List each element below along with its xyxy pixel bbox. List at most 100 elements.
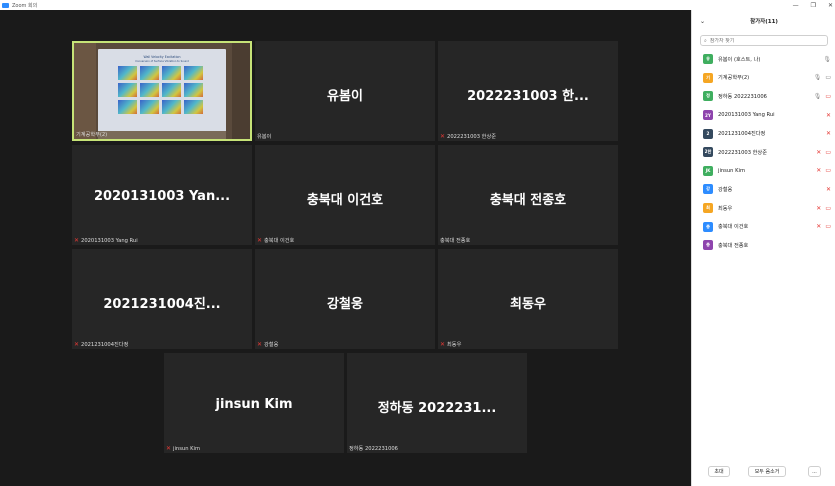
microphone-icon[interactable]: 🎙︎: [814, 93, 822, 100]
video-tile[interactable]: 2022231003 한... ✕ 2022231003 한상준: [438, 41, 618, 141]
participant-name: 정하동 2022231006: [718, 93, 767, 100]
tile-name-label: ✕ jinsun Kim: [166, 445, 201, 452]
participant-row[interactable]: 강 강철웅 ✕: [692, 180, 835, 199]
video-feed: Wall Velocity Excitation Conversion of S…: [74, 43, 250, 139]
video-tile[interactable]: 2021231004진... ✕ 2021231004진다정: [72, 249, 252, 349]
maximize-icon[interactable]: ❐: [811, 2, 816, 9]
chevron-down-icon[interactable]: ⌄: [700, 18, 705, 25]
participants-title: 참가자(11): [750, 19, 778, 25]
invite-button[interactable]: 초대: [708, 466, 730, 477]
camera-off-icon[interactable]: ▭: [825, 149, 831, 156]
participant-row[interactable]: 충 충북대 전종호: [692, 236, 835, 255]
participant-row[interactable]: 2한 2022231003 한상준 ✕ ▭: [692, 143, 835, 162]
participant-row[interactable]: JK jinsun Kim ✕ ▭: [692, 162, 835, 181]
participant-row[interactable]: 최 최동우 ✕ ▭: [692, 199, 835, 218]
camera-off-icon[interactable]: ▭: [825, 93, 831, 100]
tile-name-label: 유봄이: [257, 134, 272, 140]
tile-display-name: 2022231003 한...: [467, 89, 589, 104]
camera-off-icon[interactable]: ▭: [825, 205, 831, 212]
tile-name-label: ✕ 충북대 이건호: [257, 237, 295, 244]
microphone-muted-icon[interactable]: ✕: [816, 223, 821, 230]
microphone-icon[interactable]: 🎙︎: [823, 56, 831, 63]
tile-name-label: 기계공학부(2): [76, 132, 108, 138]
tile-display-name: 2021231004진...: [103, 297, 221, 312]
tile-display-name: 정하동 2022231...: [377, 401, 497, 416]
microphone-muted-icon[interactable]: ✕: [826, 112, 831, 119]
participant-name: 기계공학부(2): [718, 75, 750, 82]
tile-name-label: 정하동 2022231006: [349, 446, 398, 452]
tile-display-name: 유봄이: [327, 89, 363, 104]
close-icon[interactable]: ✕: [828, 2, 833, 9]
video-tile[interactable]: 최동우 ✕ 최동우: [438, 249, 618, 349]
zoom-app-icon: [2, 2, 9, 8]
tile-display-name: 충북대 전종호: [489, 193, 567, 208]
microphone-muted-icon[interactable]: ✕: [816, 149, 821, 156]
participant-row[interactable]: 기 기계공학부(2) 🎙︎ ▭: [692, 69, 835, 88]
participant-name: 강철웅: [718, 186, 733, 193]
tile-name-label: ✕ 2021231004진다정: [74, 341, 129, 348]
more-options-button[interactable]: ...: [808, 466, 821, 477]
tile-name-label: ✕ 최동우: [440, 341, 462, 348]
projected-slide: Wall Velocity Excitation Conversion of S…: [98, 49, 226, 139]
participant-row[interactable]: 충 충북대 이건호 ✕ ▭: [692, 217, 835, 236]
tile-display-name: 강철웅: [327, 297, 363, 312]
video-gallery: Wall Velocity Excitation Conversion of S…: [0, 10, 691, 486]
minimize-icon[interactable]: —: [793, 2, 799, 9]
search-icon: ⌕: [704, 37, 707, 44]
participant-name: 2020131003 Yang Rui: [718, 112, 775, 119]
participant-row[interactable]: 2Y 2020131003 Yang Rui ✕: [692, 106, 835, 125]
microphone-muted-icon[interactable]: ✕: [826, 186, 831, 193]
camera-off-icon[interactable]: ▭: [825, 167, 831, 174]
mic-muted-icon: ✕: [440, 133, 446, 140]
mute-all-button[interactable]: 모두 음소거: [748, 466, 786, 477]
search-input[interactable]: [709, 37, 820, 44]
avatar: 정: [703, 91, 713, 102]
video-tile[interactable]: 유봄이 유봄이: [255, 41, 435, 141]
microphone-muted-icon[interactable]: ✕: [816, 167, 821, 174]
tile-name-label: ✕ 2022231003 한상준: [440, 133, 497, 140]
avatar: 2Y: [703, 110, 713, 121]
window-controls: — ❐ ✕: [793, 0, 833, 10]
video-tile[interactable]: jinsun Kim ✕ jinsun Kim: [164, 353, 344, 453]
participant-list: 유 유봄이 (호스트, 나) 🎙︎ 기 기계공학부(2) 🎙︎ ▭ 정 정하동 2…: [692, 50, 835, 255]
participants-panel: ⌄ 참가자(11) ⌕ 유 유봄이 (호스트, 나) 🎙︎ 기 기계공학부(2)…: [691, 10, 835, 486]
participant-row[interactable]: 유 유봄이 (호스트, 나) 🎙︎: [692, 50, 835, 69]
video-tile[interactable]: 강철웅 ✕ 강철웅: [255, 249, 435, 349]
camera-off-icon[interactable]: ▭: [825, 223, 831, 230]
tile-display-name: jinsun Kim: [215, 397, 293, 412]
video-tile[interactable]: 충북대 이건호 ✕ 충북대 이건호: [255, 145, 435, 245]
avatar: 최: [703, 203, 713, 214]
participant-row[interactable]: 2 2021231004진다정 ✕: [692, 124, 835, 143]
participant-name: 충북대 전종호: [718, 242, 749, 249]
slide-title: Wall Velocity Excitation: [143, 55, 181, 59]
avatar: 강: [703, 184, 713, 195]
tile-display-name: 2020131003 Yan...: [93, 189, 231, 204]
video-tile[interactable]: 충북대 전종호 충북대 전종호: [438, 145, 618, 245]
avatar: 충: [703, 221, 713, 232]
mic-muted-icon: ✕: [440, 341, 446, 348]
video-tile-active-speaker[interactable]: Wall Velocity Excitation Conversion of S…: [72, 41, 252, 141]
avatar: 2: [703, 128, 713, 139]
participant-search[interactable]: ⌕: [700, 35, 828, 46]
microphone-muted-icon[interactable]: ✕: [826, 130, 831, 137]
microphone-muted-icon[interactable]: ✕: [816, 205, 821, 212]
tile-name-label: 충북대 전종호: [440, 238, 471, 244]
mic-muted-icon: ✕: [257, 341, 263, 348]
tile-name-label: ✕ 2020131003 Yang Rui: [74, 237, 138, 244]
participant-row[interactable]: 정 정하동 2022231006 🎙︎ ▭: [692, 87, 835, 106]
participant-name: 충북대 이건호: [718, 224, 749, 231]
participant-name: 유봄이 (호스트, 나): [718, 56, 761, 63]
tile-display-name: 최동우: [510, 297, 546, 312]
tile-display-name: 충북대 이건호: [306, 193, 384, 208]
video-tile[interactable]: 2020131003 Yan... ✕ 2020131003 Yang Rui: [72, 145, 252, 245]
video-tile[interactable]: 정하동 2022231... 정하동 2022231006: [347, 353, 527, 453]
participants-header: ⌄ 참가자(11): [692, 10, 835, 32]
window-titlebar: Zoom 회의 — ❐ ✕: [0, 0, 835, 10]
participants-footer: 초대 모두 음소거 ...: [692, 466, 835, 480]
camera-icon[interactable]: ▭: [825, 74, 831, 81]
slide-subtitle: Conversion of Surface Vibration to Sound: [135, 60, 189, 63]
microphone-icon[interactable]: 🎙︎: [814, 74, 822, 81]
window-title: Zoom 회의: [12, 2, 38, 9]
avatar: 기: [703, 72, 713, 83]
mic-muted-icon: ✕: [74, 237, 80, 244]
